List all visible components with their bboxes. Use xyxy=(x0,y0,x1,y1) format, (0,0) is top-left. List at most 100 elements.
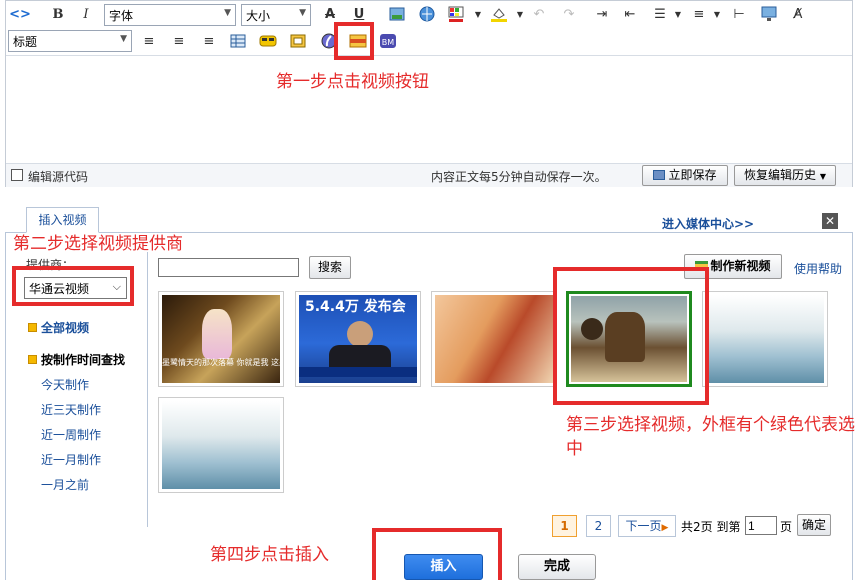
font-select-value: 字体 xyxy=(109,9,134,23)
chevron-down-icon: ▼ xyxy=(120,34,127,44)
save-now-button[interactable]: 立即保存 xyxy=(642,165,728,186)
video-thumbnail[interactable] xyxy=(702,291,828,387)
by-time-label: 按制作时间查找 xyxy=(41,353,126,367)
save-icon xyxy=(653,170,666,180)
help-link[interactable]: 使用帮助 xyxy=(794,260,842,277)
italic-button[interactable]: I xyxy=(76,4,96,24)
chevron-down-icon[interactable]: ▼ xyxy=(510,4,530,24)
bullet-list-icon[interactable]: ☰ xyxy=(650,4,670,24)
news-ticker xyxy=(299,367,417,377)
align-left-icon[interactable]: ≡ xyxy=(139,31,159,51)
step3-annotation: 第三步选择视频，外框有个绿色代表选中 xyxy=(566,415,855,459)
save-now-label: 立即保存 xyxy=(668,168,717,182)
heading-select[interactable]: 标题 ▼ xyxy=(8,30,132,52)
source-toggle-icon[interactable]: <> xyxy=(9,4,31,24)
editor-content-area[interactable] xyxy=(6,55,852,163)
fill-color-icon[interactable] xyxy=(489,4,509,24)
numbered-list-icon[interactable]: ≡ xyxy=(689,4,709,24)
step3-highlight-box xyxy=(553,267,709,405)
preview-icon[interactable] xyxy=(759,4,779,24)
restore-history-label: 恢复编辑历史 xyxy=(744,168,817,182)
pager-page-2[interactable]: 2 xyxy=(586,515,611,537)
outdent-icon[interactable]: ⇤ xyxy=(620,4,640,24)
tab-insert-video[interactable]: 插入视频 xyxy=(26,207,99,233)
bm-icon[interactable]: BM xyxy=(378,31,398,51)
all-videos-label: 全部视频 xyxy=(41,321,90,335)
video-thumbnail[interactable] xyxy=(431,291,557,387)
pager-current-page[interactable]: 1 xyxy=(552,515,577,537)
filter-before-month[interactable]: 一月之前 xyxy=(41,476,89,493)
redo-icon[interactable]: ↷ xyxy=(559,4,579,24)
chevron-down-icon: ▼ xyxy=(224,8,231,18)
photo-frame-icon[interactable] xyxy=(288,31,308,51)
media-center-link[interactable]: 进入媒体中心>> xyxy=(662,215,754,232)
pager-total-label: 共2页 到第 xyxy=(681,520,741,534)
search-input[interactable] xyxy=(158,258,299,277)
close-icon[interactable]: ✕ xyxy=(822,213,838,229)
align-center-icon[interactable]: ≡ xyxy=(169,31,189,51)
filter-one-month[interactable]: 近一月制作 xyxy=(41,451,101,468)
chevron-down-icon: ▼ xyxy=(819,172,826,181)
bold-button[interactable]: B xyxy=(48,4,68,24)
video-caption xyxy=(162,401,280,485)
filter-today[interactable]: 今天制作 xyxy=(41,376,89,393)
sidebar-item-all-videos[interactable]: 全部视频 xyxy=(28,319,89,336)
video-still xyxy=(162,401,280,489)
horizontal-rule-icon[interactable]: ⊢ xyxy=(729,4,749,24)
autosave-notice: 内容正文每5分钟自动保存一次。 xyxy=(431,170,607,184)
step2-highlight-box xyxy=(12,266,134,306)
search-button[interactable]: 搜索 xyxy=(309,256,351,279)
speaker-body xyxy=(329,345,391,367)
undo-icon[interactable]: ↶ xyxy=(529,4,549,24)
create-video-label: 制作新视频 xyxy=(710,259,771,273)
emoticon-icon[interactable] xyxy=(258,31,278,51)
font-family-select[interactable]: 字体 ▼ xyxy=(104,4,236,26)
chevron-down-icon: ▼ xyxy=(299,8,306,18)
arrow-right-icon: ▶ xyxy=(661,523,669,533)
video-thumbnail[interactable]: 墨鹭情天的那次落幕 你就是我 这般轻轻 xyxy=(158,291,284,387)
pager-goto-input[interactable] xyxy=(745,516,777,535)
filter-one-week[interactable]: 近一周制作 xyxy=(41,426,101,443)
step1-highlight-box xyxy=(334,22,374,60)
svg-text:BM: BM xyxy=(382,38,394,47)
indent-icon[interactable]: ⇥ xyxy=(592,4,612,24)
chevron-down-icon[interactable]: ▼ xyxy=(468,4,488,24)
filter-three-days[interactable]: 近三天制作 xyxy=(41,401,101,418)
size-select-value: 大小 xyxy=(246,9,271,23)
video-caption: 5.4.4万 发布会 xyxy=(305,299,406,315)
video-still xyxy=(435,295,553,383)
video-still xyxy=(706,295,824,383)
strikethrough-button[interactable]: A xyxy=(320,4,340,24)
sidebar-heading-by-time: 按制作时间查找 xyxy=(28,351,125,368)
pager-next-button[interactable]: 下一页▶ xyxy=(618,515,676,537)
table-icon[interactable] xyxy=(228,31,248,51)
table-color-icon[interactable] xyxy=(447,4,467,24)
font-size-select[interactable]: 大小 ▼ xyxy=(241,4,311,26)
align-right-icon[interactable]: ≡ xyxy=(199,31,219,51)
editor-footer: 编辑源代码 内容正文每5分钟自动保存一次。 立即保存 恢复编辑历史 ▼ xyxy=(6,163,852,187)
toolbar-row-1: <> B I 字体 ▼ 大小 ▼ A U ▼ ▼ ↶ ↷ ⇥ ⇤ ☰ ▼ ≡ ▼… xyxy=(6,2,852,28)
video-caption xyxy=(435,295,553,379)
done-button[interactable]: 完成 xyxy=(518,554,596,580)
bullet-icon xyxy=(28,323,37,332)
chevron-down-icon[interactable]: ▼ xyxy=(668,4,688,24)
pager-confirm-button[interactable]: 确定 xyxy=(797,514,831,536)
insert-button[interactable]: 插入 xyxy=(404,554,483,580)
source-code-label: 编辑源代码 xyxy=(28,170,89,184)
source-code-checkbox[interactable] xyxy=(11,169,23,181)
video-still: 5.4.4万 发布会 xyxy=(299,295,417,383)
image-icon[interactable] xyxy=(387,4,407,24)
restore-history-button[interactable]: 恢复编辑历史 ▼ xyxy=(734,165,836,186)
chevron-down-icon[interactable]: ▼ xyxy=(707,4,727,24)
video-thumbnail[interactable] xyxy=(158,397,284,493)
speaker-head xyxy=(347,321,373,347)
heading-select-value: 标题 xyxy=(13,35,38,49)
clear-format-icon[interactable]: A̸ xyxy=(788,4,808,24)
step1-annotation: 第一步点击视频按钮 xyxy=(276,72,429,92)
video-thumbnail[interactable]: 5.4.4万 发布会 xyxy=(295,291,421,387)
video-caption xyxy=(706,295,824,379)
underline-button[interactable]: U xyxy=(349,4,369,24)
web-link-icon[interactable] xyxy=(417,4,437,24)
rich-text-editor: <> B I 字体 ▼ 大小 ▼ A U ▼ ▼ ↶ ↷ ⇥ ⇤ ☰ ▼ ≡ ▼… xyxy=(5,0,853,187)
figure-shape xyxy=(202,309,232,359)
